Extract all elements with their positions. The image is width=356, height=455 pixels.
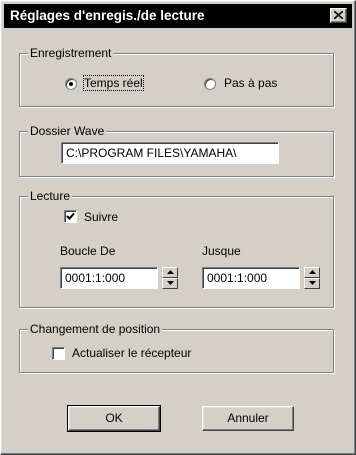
title-bar[interactable]: Réglages d'enregis./de lecture xyxy=(4,4,352,28)
recording-group-label: Enregistrement xyxy=(28,46,114,60)
playback-group: Lecture Suivre Boucle De 0001:1:000 Jusq… xyxy=(19,189,334,308)
settings-dialog: Réglages d'enregis./de lecture Enregistr… xyxy=(0,0,356,455)
position-change-group-label: Changement de position xyxy=(28,322,163,336)
update-receiver-checkbox[interactable] xyxy=(52,347,65,360)
radio-realtime-label[interactable]: Temps réel xyxy=(83,75,144,91)
loop-to-down-button[interactable] xyxy=(304,278,320,289)
wave-folder-group: Dossier Wave C:\PROGRAM FILES\YAMAHA\ xyxy=(19,124,334,177)
radio-step[interactable] xyxy=(204,78,216,90)
arrow-down-icon xyxy=(167,281,174,285)
dialog-title: Réglages d'enregis./de lecture xyxy=(10,8,205,23)
radio-selected-dot xyxy=(69,82,73,86)
loop-to-label: Jusque xyxy=(202,244,241,258)
loop-from-input[interactable]: 0001:1:000 xyxy=(60,267,158,289)
checkmark-icon xyxy=(66,212,75,220)
loop-from-spinner[interactable] xyxy=(162,267,178,289)
loop-to-up-button[interactable] xyxy=(304,267,320,278)
loop-from-up-button[interactable] xyxy=(162,267,178,278)
wave-folder-group-label: Dossier Wave xyxy=(28,124,107,138)
radio-step-label[interactable]: Pas à pas xyxy=(224,76,277,90)
arrow-down-icon xyxy=(309,281,316,285)
playback-group-label: Lecture xyxy=(28,189,73,203)
close-icon xyxy=(334,11,343,19)
close-button[interactable] xyxy=(330,8,347,23)
loop-from-label: Boucle De xyxy=(60,244,116,258)
update-receiver-label[interactable]: Actualiser le récepteur xyxy=(72,346,191,360)
ok-button[interactable]: OK xyxy=(67,405,161,432)
arrow-up-icon xyxy=(309,270,316,274)
follow-checkbox[interactable] xyxy=(64,210,77,223)
loop-from-down-button[interactable] xyxy=(162,278,178,289)
arrow-up-icon xyxy=(167,270,174,274)
cancel-button[interactable]: Annuler xyxy=(202,406,294,431)
position-change-group: Changement de position Actualiser le réc… xyxy=(19,322,334,373)
radio-realtime[interactable] xyxy=(65,78,77,90)
follow-label[interactable]: Suivre xyxy=(84,210,118,224)
loop-to-input[interactable]: 0001:1:000 xyxy=(202,267,300,289)
wave-folder-input[interactable]: C:\PROGRAM FILES\YAMAHA\ xyxy=(61,142,279,164)
recording-group: Enregistrement Temps réel Pas à pas xyxy=(19,46,334,107)
loop-to-spinner[interactable] xyxy=(304,267,320,289)
